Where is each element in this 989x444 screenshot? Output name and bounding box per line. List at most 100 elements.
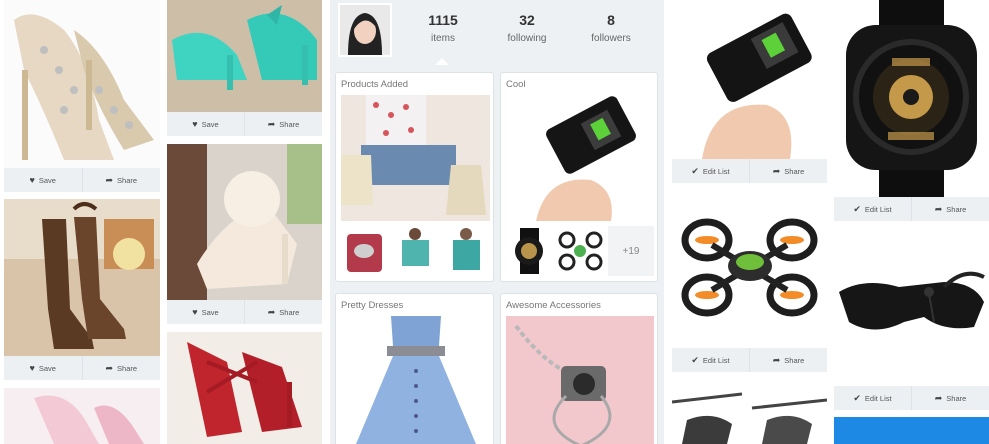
list-thumb[interactable] <box>341 226 388 276</box>
share-button[interactable]: ➦ Share <box>749 159 827 183</box>
share-arrow-icon: ➦ <box>267 118 276 129</box>
checkmark-icon: ✔ <box>691 354 699 365</box>
list-thumb[interactable] <box>392 226 439 276</box>
list-cover-image[interactable] <box>341 316 490 444</box>
avatar[interactable] <box>338 3 392 57</box>
list-thumb[interactable] <box>506 226 553 276</box>
save-button[interactable]: ♥ Save <box>167 112 244 136</box>
list-card-awesome-accessories[interactable]: Awesome Accessories <box>500 293 658 444</box>
share-arrow-icon: ➦ <box>105 362 114 373</box>
product-image[interactable] <box>672 380 827 444</box>
list-card-products-added[interactable]: Products Added <box>335 72 494 282</box>
drone-thumb <box>557 226 604 276</box>
list-card-cool[interactable]: Cool +19 <box>500 72 658 282</box>
more-items-count[interactable]: +19 <box>608 226 654 276</box>
edit-list-button[interactable]: ✔ Edit List <box>672 348 749 372</box>
pin-action-bar: ✔ Edit List ➦ Share <box>834 197 989 221</box>
pink-heels-image <box>4 388 160 444</box>
list-cover-image[interactable] <box>506 316 654 444</box>
pin-card[interactable] <box>4 388 160 444</box>
checkmark-icon: ✔ <box>853 203 861 214</box>
profile-header: 1115 items 32 following 8 followers <box>330 0 664 65</box>
stat-items[interactable]: 1115 items <box>408 12 478 44</box>
list-thumb[interactable] <box>443 226 490 276</box>
edit-list-button[interactable]: ✔ Edit List <box>672 159 749 183</box>
share-label: Share <box>784 355 805 365</box>
heart-icon: ♥ <box>192 119 198 129</box>
share-button[interactable]: ➦ Share <box>244 112 322 136</box>
pin-card[interactable]: ♥ Save ➦ Share <box>4 199 160 380</box>
share-arrow-icon: ➦ <box>267 306 276 317</box>
product-image[interactable] <box>167 0 322 112</box>
product-image[interactable] <box>834 417 989 444</box>
product-image[interactable] <box>167 332 322 444</box>
edit-list-button[interactable]: ✔ Edit List <box>834 386 911 410</box>
share-arrow-icon: ➦ <box>772 354 781 365</box>
list-thumb[interactable] <box>557 226 604 276</box>
pin-action-bar: ✔ Edit List ➦ Share <box>672 348 827 372</box>
share-button[interactable]: ➦ Share <box>81 356 161 380</box>
tab-pointer <box>435 58 449 65</box>
share-button[interactable]: ➦ Share <box>81 168 161 192</box>
list-cover-image[interactable] <box>506 95 654 221</box>
pin-card[interactable]: ♥ Save ➦ Share <box>4 0 160 192</box>
cream-flower-heels-image <box>167 144 322 300</box>
save-button[interactable]: ♥ Save <box>167 300 244 324</box>
blue-dress-image <box>341 316 490 444</box>
pin-card[interactable] <box>672 380 827 444</box>
product-image[interactable] <box>834 232 989 386</box>
more-count-label: +19 <box>622 245 640 257</box>
pin-card[interactable]: ✔ Edit List ➦ Share <box>672 0 827 183</box>
product-image[interactable] <box>4 388 160 444</box>
stat-value: 1115 <box>428 12 458 28</box>
edit-list-button[interactable]: ✔ Edit List <box>834 197 911 221</box>
save-button[interactable]: ♥ Save <box>4 168 82 192</box>
pin-card[interactable]: ✔ Edit List ➦ Share <box>672 200 827 372</box>
product-image[interactable] <box>672 0 827 159</box>
pin-card[interactable]: ♥ Save ➦ Share <box>167 0 322 136</box>
product-image[interactable] <box>167 144 322 300</box>
gshock-watch-image <box>834 0 989 197</box>
edit-label: Edit List <box>864 204 892 214</box>
share-button[interactable]: ➦ Share <box>749 348 827 372</box>
pin-card[interactable]: ✔ Edit List ➦ Share <box>834 232 989 410</box>
share-label: Share <box>117 363 138 373</box>
share-label: Share <box>946 204 967 214</box>
watch-thumb <box>506 226 553 276</box>
product-image[interactable] <box>4 199 160 356</box>
feed-column-1: ♥ Save ➦ Share ♥ Save ➦ Share <box>4 0 160 444</box>
pin-card[interactable]: ♥ Save ➦ Share <box>167 144 322 324</box>
quadcopter-image <box>672 200 827 348</box>
camera-necklace-image <box>506 316 654 444</box>
save-label: Save <box>201 119 219 129</box>
heart-icon: ♥ <box>29 175 35 185</box>
share-button[interactable]: ➦ Share <box>244 300 322 324</box>
phone-charger-image <box>506 95 654 221</box>
phone-charger-image <box>672 0 827 159</box>
elephant-shirt-thumb <box>341 226 388 276</box>
avatar-photo <box>340 5 390 55</box>
app-screen: ♥ Save ➦ Share ♥ Save ➦ Share ♥ Save ➦ S… <box>0 0 989 444</box>
stat-followers[interactable]: 8 followers <box>576 12 646 44</box>
share-button[interactable]: ➦ Share <box>911 386 989 410</box>
product-image[interactable] <box>834 0 989 197</box>
list-cover-image[interactable] <box>341 95 490 221</box>
edit-label: Edit List <box>702 166 730 176</box>
share-label: Share <box>784 166 805 176</box>
teal-heels-image <box>167 0 322 112</box>
stat-following[interactable]: 32 following <box>492 12 562 44</box>
pin-action-bar: ♥ Save ➦ Share <box>167 112 322 136</box>
pin-card[interactable] <box>834 417 989 444</box>
product-image[interactable] <box>4 0 160 168</box>
save-button[interactable]: ♥ Save <box>4 356 82 380</box>
stat-label: following <box>507 33 547 44</box>
feed-column-5: ✔ Edit List ➦ Share ✔ Edit List ➦ Share <box>834 0 989 444</box>
teal-top-thumb <box>392 226 439 276</box>
share-button[interactable]: ➦ Share <box>911 197 989 221</box>
save-label: Save <box>201 307 219 317</box>
pin-card[interactable] <box>167 332 322 444</box>
pin-card[interactable]: ✔ Edit List ➦ Share <box>834 0 989 221</box>
pin-action-bar: ♥ Save ➦ Share <box>167 300 322 324</box>
product-image[interactable] <box>672 200 827 348</box>
list-card-pretty-dresses[interactable]: Pretty Dresses <box>335 293 494 444</box>
